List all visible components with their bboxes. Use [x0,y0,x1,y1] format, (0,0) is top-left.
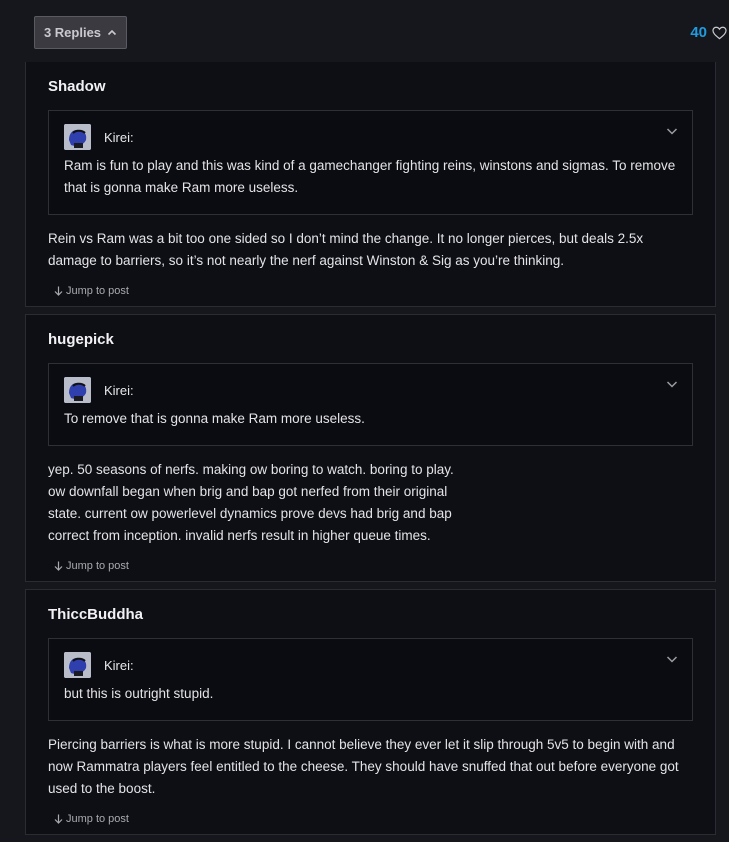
heart-icon[interactable] [712,26,727,40]
replies-toggle-button[interactable]: 3 Replies [34,16,127,49]
post-body-line: correct from inception. invalid nerfs re… [48,528,431,543]
arrow-down-icon [54,286,63,296]
post-author[interactable]: hugepick [48,329,693,351]
jump-to-post-link[interactable]: Jump to post [54,804,693,834]
post-body-line: state. current ow powerlevel dynamics pr… [48,506,452,521]
quote-author[interactable]: Kirei: [104,130,134,145]
jump-to-post-link[interactable]: Jump to post [54,551,693,581]
post-body: Rein vs Ram was a bit too one sided so I… [48,231,644,268]
post-body: yep. 50 seasons of nerfs. making ow bori… [48,459,693,547]
post-author[interactable]: ThiccBuddha [48,604,693,626]
quote-text: To remove that is gonna make Ram more us… [64,411,365,426]
reply-list: Shadow Kirei: Ram is fun to play and thi… [25,62,716,842]
quote-block: Kirei: Ram is fun to play and this was k… [48,110,693,215]
avatar [64,652,91,678]
jump-to-post-link[interactable]: Jump to post [54,276,693,306]
post-body-line: yep. 50 seasons of nerfs. making ow bori… [48,462,454,477]
jump-label: Jump to post [66,813,129,825]
quote-header: Kirei: [64,377,677,403]
like-control[interactable]: 40 [690,24,727,41]
avatar [64,377,91,403]
chevron-up-icon [107,29,117,35]
quote-block: Kirei: but this is outright stupid. [48,638,693,721]
avatar [64,124,91,150]
quote-text: but this is outright stupid. [64,686,214,701]
quote-author[interactable]: Kirei: [104,658,134,673]
quote-header: Kirei: [64,652,677,678]
post-body-line: ow downfall began when brig and bap got … [48,484,448,499]
chevron-down-icon[interactable] [665,652,679,666]
reply-post: hugepick Kirei: To remove that is gonna … [25,314,716,582]
like-count: 40 [690,24,707,41]
chevron-down-icon[interactable] [665,124,679,138]
chevron-down-icon[interactable] [665,377,679,391]
quote-block: Kirei: To remove that is gonna make Ram … [48,363,693,446]
reply-post: Shadow Kirei: Ram is fun to play and thi… [25,62,716,307]
reply-post: ThiccBuddha Kirei: but this is outright … [25,589,716,835]
jump-label: Jump to post [66,560,129,572]
post-body: Piercing barriers is what is more stupid… [48,737,679,796]
replies-label: 3 Replies [43,25,102,40]
jump-label: Jump to post [66,285,129,297]
quote-header: Kirei: [64,124,677,150]
replies-header: 3 Replies 40 [0,0,729,62]
quote-text: Ram is fun to play and this was kind of … [64,158,676,195]
post-author[interactable]: Shadow [48,76,693,98]
arrow-down-icon [54,561,63,571]
quote-author[interactable]: Kirei: [104,383,134,398]
arrow-down-icon [54,814,63,824]
